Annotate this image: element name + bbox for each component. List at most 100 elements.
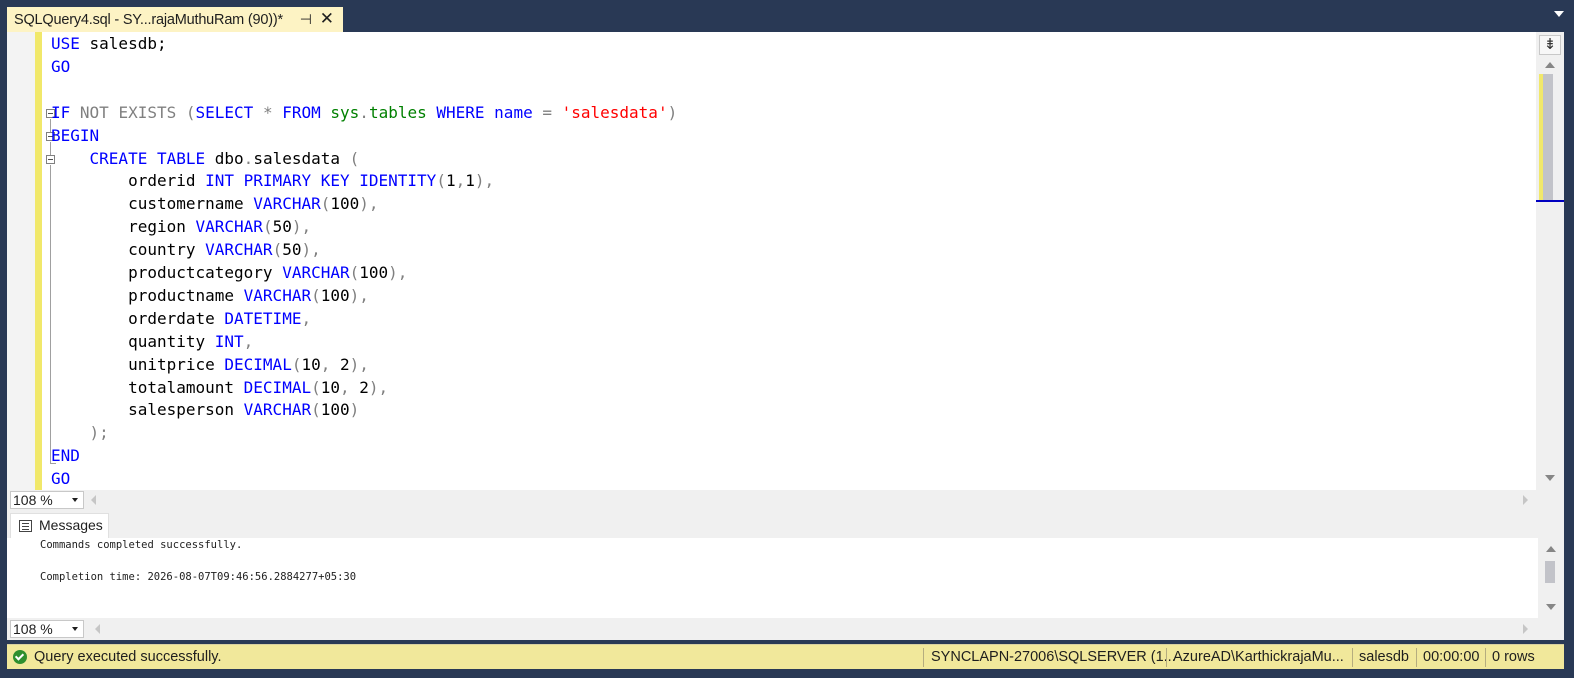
code-token: 10 — [301, 354, 321, 374]
code-token: ), — [349, 285, 369, 305]
code-token: productcategory — [128, 263, 283, 282]
results-zoom-select[interactable]: 108 % — [10, 620, 84, 638]
code-token: dbo — [214, 148, 244, 168]
code-token: GO — [51, 56, 71, 76]
code-token: USE — [51, 34, 90, 53]
code-line[interactable]: productcategory VARCHAR(100), — [51, 261, 407, 284]
code-line[interactable]: END — [51, 444, 80, 467]
code-token: 100 — [330, 194, 360, 214]
editor-zoom-bar: 108 % — [7, 490, 1564, 510]
scroll-down-icon[interactable] — [1545, 475, 1555, 481]
code-token: ), — [349, 354, 369, 374]
code-line[interactable]: customername VARCHAR(100), — [51, 192, 379, 215]
code-token: productname — [128, 285, 244, 305]
code-token: salesdb; — [89, 34, 167, 53]
code-token: SELECT — [195, 102, 263, 122]
code-token: region — [128, 217, 196, 237]
code-token: , — [243, 331, 254, 351]
code-line[interactable]: region VARCHAR(50), — [51, 215, 311, 238]
tab-dropdown-icon[interactable] — [1554, 11, 1564, 17]
message-line: Completion time: 2026-08-07T09:46:56.288… — [40, 571, 357, 583]
code-line[interactable]: GO — [51, 55, 70, 78]
code-line[interactable]: CREATE TABLE dbo.salesdata ( — [51, 147, 360, 170]
scrollbar-thumb[interactable] — [1543, 74, 1553, 202]
code-token: name — [494, 102, 543, 122]
code-line[interactable]: GO — [51, 467, 70, 490]
code-token: ( — [311, 285, 321, 305]
code-token: VARCHAR — [253, 194, 321, 214]
editor-vertical-scrollbar[interactable]: ⇟ — [1536, 32, 1564, 490]
code-token: ( — [185, 102, 196, 122]
results-tab-strip: Messages — [7, 510, 1564, 538]
code-token: customername — [128, 194, 254, 214]
scrollbar-thumb[interactable] — [1545, 561, 1555, 583]
document-tab-sqlquery4[interactable]: SQLQuery4.sql - SY...rajaMuthuRam (90))*… — [7, 7, 343, 32]
split-window-icon[interactable]: ⇟ — [1539, 35, 1561, 55]
scroll-right-icon[interactable] — [1523, 495, 1528, 505]
code-token: , — [455, 171, 466, 191]
code-token: 100 — [359, 263, 389, 282]
change-tracking-bar — [35, 32, 42, 490]
message-line: Commands completed successfully. — [40, 539, 243, 551]
code-token: ( — [436, 171, 446, 191]
code-token: GO — [51, 469, 71, 489]
code-token: ), — [291, 217, 312, 237]
code-token: unitprice — [128, 354, 225, 374]
scroll-left-icon[interactable] — [91, 495, 96, 505]
code-line[interactable]: IF NOT EXISTS (SELECT * FROM sys.tables … — [51, 101, 677, 124]
code-token: salesperson — [128, 400, 244, 420]
scroll-up-icon[interactable] — [1545, 62, 1555, 68]
success-check-icon — [13, 650, 27, 664]
code-text[interactable]: USE salesdb; GO IF NOT EXISTS (SELECT * FR… — [51, 32, 1531, 490]
code-line[interactable]: totalamount DECIMAL(10, 2), — [51, 376, 388, 399]
code-token: WHERE — [436, 102, 495, 122]
code-line[interactable]: BEGIN — [51, 124, 99, 147]
code-token: 1 — [445, 171, 456, 191]
code-token: ), — [368, 377, 389, 397]
code-token: . — [243, 148, 254, 168]
status-divider — [923, 648, 924, 667]
sql-editor[interactable]: USE salesdb; GO IF NOT EXISTS (SELECT * FR… — [7, 32, 1564, 490]
code-line[interactable]: salesperson VARCHAR(100) — [51, 398, 359, 421]
code-line[interactable]: quantity INT, — [51, 330, 253, 353]
code-token: , — [340, 377, 360, 397]
code-token: ( — [262, 217, 273, 237]
code-line[interactable]: country VARCHAR(50), — [51, 238, 321, 261]
code-token: , — [301, 308, 312, 328]
status-divider — [1485, 648, 1486, 667]
tab-messages[interactable]: Messages — [10, 513, 109, 538]
code-line[interactable]: orderid INT PRIMARY KEY IDENTITY(1,1), — [51, 169, 494, 192]
messages-vertical-scrollbar[interactable] — [1538, 538, 1564, 618]
status-divider — [1166, 648, 1167, 667]
pin-icon[interactable]: ⊣ — [300, 11, 312, 28]
tab-title: SQLQuery4.sql - SY...rajaMuthuRam (90))* — [14, 11, 283, 28]
code-line[interactable]: productname VARCHAR(100), — [51, 284, 369, 307]
code-line[interactable]: USE salesdb; — [51, 32, 167, 55]
code-token: orderdate — [128, 308, 225, 328]
scroll-left-icon[interactable] — [95, 624, 100, 634]
code-token: FROM — [282, 102, 331, 122]
code-token: ), — [359, 194, 379, 214]
code-token: , — [320, 354, 340, 374]
code-line[interactable]: ); — [51, 421, 109, 444]
scroll-up-icon[interactable] — [1546, 546, 1556, 552]
code-token: ( — [311, 400, 321, 420]
code-token: salesdata — [253, 148, 350, 168]
code-line[interactable]: orderdate DATETIME, — [51, 307, 311, 330]
editor-zoom-select[interactable]: 108 % — [10, 491, 84, 509]
scroll-right-icon[interactable] — [1523, 624, 1528, 634]
code-token: quantity — [128, 331, 215, 351]
code-line[interactable]: unitprice DECIMAL(10, 2), — [51, 353, 369, 376]
code-token: 2 — [340, 354, 350, 374]
messages-pane[interactable]: Commands completed successfully. Complet… — [7, 538, 1564, 618]
scroll-down-icon[interactable] — [1546, 604, 1556, 610]
status-message: Query executed successfully. — [34, 649, 222, 665]
close-icon[interactable]: ✕ — [320, 9, 334, 29]
results-zoom-value: 108 % — [13, 621, 53, 637]
